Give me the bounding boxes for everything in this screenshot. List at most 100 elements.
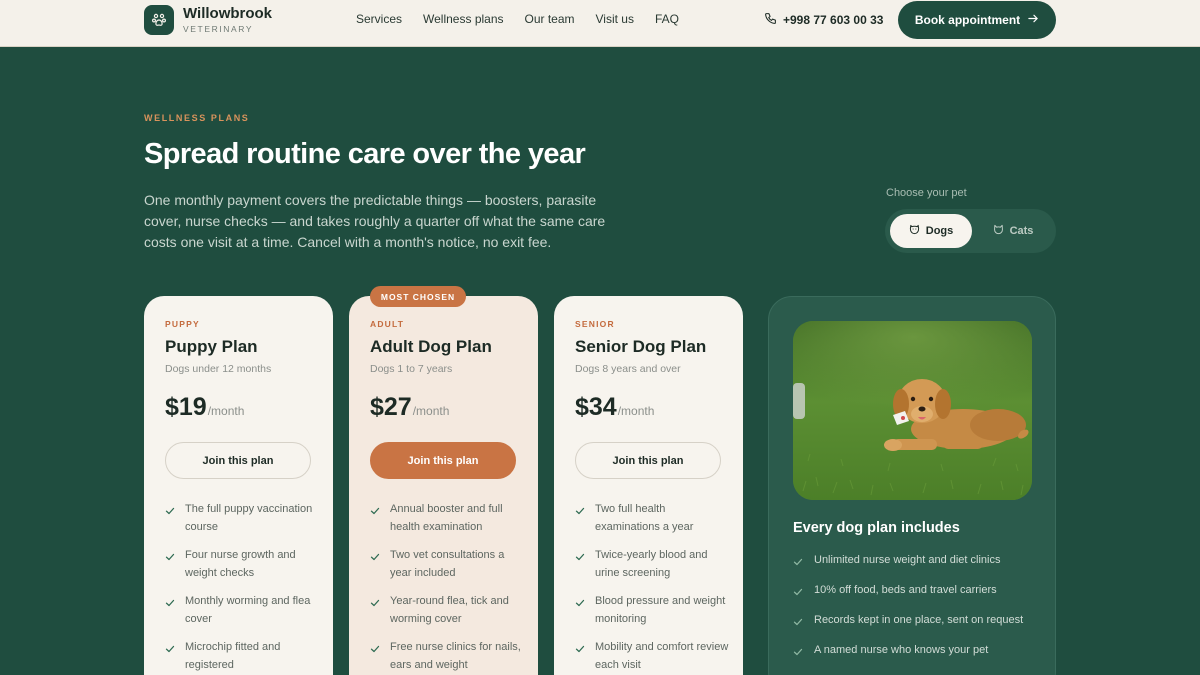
nav-our-team[interactable]: Our team xyxy=(525,12,575,26)
pet-option-cats[interactable]: Cats xyxy=(975,214,1051,248)
puppy-photo xyxy=(793,321,1032,500)
feature-text: Two vet consultations a year included xyxy=(390,549,505,579)
plan-features: Annual booster and full health examinati… xyxy=(370,500,525,675)
feature-text: Mobility and comfort review each visit xyxy=(595,641,729,671)
includes-text: Records kept in one place, sent on reque… xyxy=(814,614,1024,626)
plan-price-period: /month xyxy=(412,404,450,418)
main-nav: Services Wellness plans Our team Visit u… xyxy=(356,12,679,26)
pet-option-dogs[interactable]: Dogs xyxy=(890,214,972,248)
plan-features: The full puppy vaccination course Four n… xyxy=(165,500,320,675)
feature-item: Free nurse clinics for nails, ears and w… xyxy=(370,638,525,674)
includes-item: Records kept in one place, sent on reque… xyxy=(793,611,1033,632)
plan-price-amount: $19 xyxy=(165,393,207,421)
includes-text: Unlimited nurse weight and diet clinics xyxy=(814,554,1001,566)
feature-item: Blood pressure and weight monitoring xyxy=(575,592,730,628)
pet-option-cats-label: Cats xyxy=(1009,225,1034,237)
feature-text: Blood pressure and weight monitoring xyxy=(595,595,726,625)
plan-price-amount: $34 xyxy=(575,393,617,421)
plan-description: Dogs 1 to 7 years xyxy=(370,363,453,375)
check-icon xyxy=(165,592,176,628)
feature-item: The full puppy vaccination course xyxy=(165,500,320,536)
check-icon xyxy=(370,500,381,536)
feature-text: Annual booster and full health examinati… xyxy=(390,503,503,533)
feature-item: Year-round flea, tick and worming cover xyxy=(370,592,525,628)
check-icon xyxy=(370,592,381,628)
plan-name: Adult Dog Plan xyxy=(370,337,492,356)
cat-icon xyxy=(993,224,1004,238)
dog-icon xyxy=(909,224,920,238)
plan-price-period: /month xyxy=(617,404,655,418)
feature-item: Monthly worming and flea cover xyxy=(165,592,320,628)
check-icon xyxy=(793,581,804,602)
check-icon xyxy=(370,638,381,674)
feature-text: Year-round flea, tick and worming cover xyxy=(390,595,509,625)
feature-item: Two vet consultations a year included xyxy=(370,546,525,582)
pet-selector: Dogs Cats xyxy=(885,209,1056,253)
phone-link[interactable]: +998 77 603 00 33 xyxy=(764,12,883,28)
arrow-right-icon xyxy=(1028,13,1039,27)
phone-icon xyxy=(764,12,777,28)
nav-faq[interactable]: FAQ xyxy=(655,12,679,26)
feature-item: Annual booster and full health examinati… xyxy=(370,500,525,536)
plan-price: $27 /month xyxy=(370,393,449,422)
feature-item: Twice-yearly blood and urine screening xyxy=(575,546,730,582)
check-icon xyxy=(793,611,804,632)
includes-text: A named nurse who knows your pet xyxy=(814,644,989,656)
brand-name: Willowbrook xyxy=(183,5,273,22)
feature-text: Free nurse clinics for nails, ears and w… xyxy=(390,641,521,671)
paw-icon xyxy=(144,5,174,35)
plan-card-puppy: PUPPY Puppy Plan Dogs under 12 months $1… xyxy=(144,296,333,675)
pet-option-dogs-label: Dogs xyxy=(925,225,954,237)
most-chosen-badge: MOST CHOSEN xyxy=(370,286,466,307)
hero-lead: One monthly payment covers the predictab… xyxy=(144,192,606,250)
includes-item: 10% off food, beds and travel carriers xyxy=(793,581,1033,602)
join-plan-button[interactable]: Join this plan xyxy=(370,442,516,479)
plan-tier: PUPPY xyxy=(165,319,200,329)
check-icon xyxy=(575,500,586,536)
pet-selector-label: Choose your pet xyxy=(886,187,967,199)
check-icon xyxy=(793,551,804,572)
book-appointment-button[interactable]: Book appointment xyxy=(898,1,1056,39)
feature-item: Two full health examinations a year xyxy=(575,500,730,536)
plan-name: Puppy Plan xyxy=(165,337,258,356)
feature-text: Four nurse growth and weight checks xyxy=(185,549,296,579)
feature-text: Monthly worming and flea cover xyxy=(185,595,311,625)
plan-description: Dogs 8 years and over xyxy=(575,363,681,375)
book-appointment-label: Book appointment xyxy=(914,13,1021,27)
plan-card-adult: ADULT Adult Dog Plan Dogs 1 to 7 years $… xyxy=(349,296,538,675)
feature-text: The full puppy vaccination course xyxy=(185,503,313,533)
feature-text: Microchip fitted and registered xyxy=(185,641,281,671)
join-plan-button[interactable]: Join this plan xyxy=(575,442,721,479)
feature-item: Mobility and comfort review each visit xyxy=(575,638,730,674)
check-icon xyxy=(165,546,176,582)
brand-subtitle: VETERINARY xyxy=(183,24,254,34)
section-eyebrow: WELLNESS PLANS xyxy=(144,113,250,123)
plan-price: $19 /month xyxy=(165,393,244,422)
nav-services[interactable]: Services xyxy=(356,12,402,26)
check-icon xyxy=(575,592,586,628)
nav-wellness-plans[interactable]: Wellness plans xyxy=(423,12,503,26)
feature-item: Microchip fitted and registered xyxy=(165,638,320,674)
join-plan-button[interactable]: Join this plan xyxy=(165,442,311,479)
feature-item: Four nurse growth and weight checks xyxy=(165,546,320,582)
brand-logo[interactable]: Willowbrook VETERINARY xyxy=(144,5,272,35)
page-title: Spread routine care over the year xyxy=(144,138,586,170)
plan-card-senior: SENIOR Senior Dog Plan Dogs 8 years and … xyxy=(554,296,743,675)
includes-item: A named nurse who knows your pet xyxy=(793,641,1033,662)
check-icon xyxy=(165,638,176,674)
includes-text: 10% off food, beds and travel carriers xyxy=(814,584,997,596)
includes-panel: Every dog plan includes Unlimited nurse … xyxy=(768,296,1056,675)
nav-visit-us[interactable]: Visit us xyxy=(596,12,634,26)
check-icon xyxy=(575,546,586,582)
plan-name: Senior Dog Plan xyxy=(575,337,707,356)
check-icon xyxy=(165,500,176,536)
check-icon xyxy=(370,546,381,582)
feature-text: Twice-yearly blood and urine screening xyxy=(595,549,708,579)
plan-tier: ADULT xyxy=(370,319,405,329)
phone-number: +998 77 603 00 33 xyxy=(783,13,884,27)
plan-features: Two full health examinations a year Twic… xyxy=(575,500,730,675)
site-header: Willowbrook VETERINARY Services Wellness… xyxy=(0,0,1200,47)
plan-description: Dogs under 12 months xyxy=(165,363,272,375)
plan-tier: SENIOR xyxy=(575,319,615,329)
check-icon xyxy=(575,638,586,674)
